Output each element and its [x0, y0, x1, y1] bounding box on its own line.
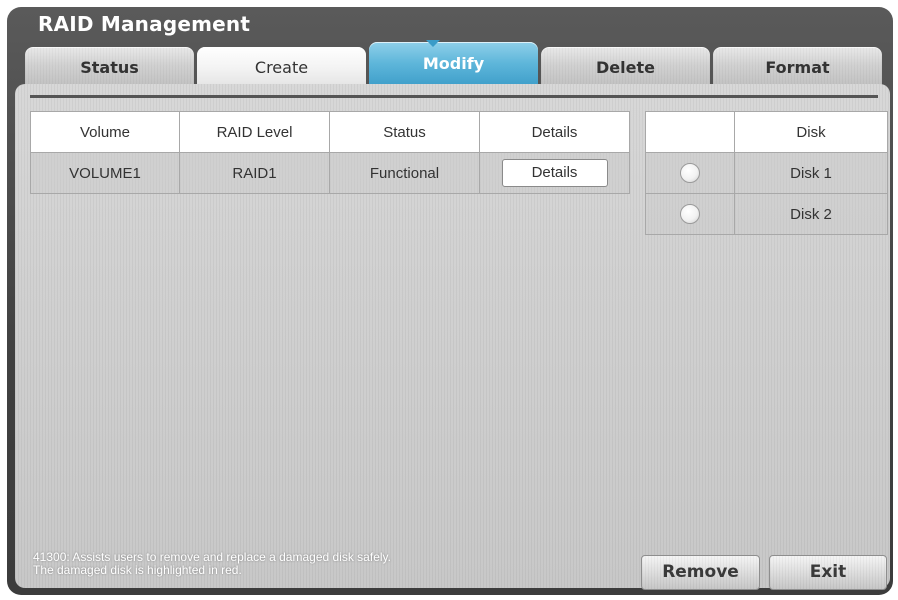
details-button[interactable]: Details: [501, 159, 608, 187]
header-status: Status: [329, 111, 480, 153]
active-tab-pointer: [426, 40, 440, 47]
header-select: [645, 111, 735, 153]
header-raid-level: RAID Level: [179, 111, 330, 153]
cell-details: Details: [479, 152, 630, 194]
volume-table-header: Volume RAID Level Status Details: [30, 111, 630, 153]
cell-raid-level: RAID1: [179, 152, 330, 194]
tab-status[interactable]: Status: [25, 47, 194, 89]
cell-select: [645, 193, 735, 235]
cell-disk: Disk 2: [734, 193, 888, 235]
disk-2-radio[interactable]: [680, 204, 700, 224]
disk-table: Disk Disk 1 Disk 2: [645, 111, 888, 235]
tab-format[interactable]: Format: [713, 47, 882, 89]
table-row[interactable]: Disk 2: [645, 193, 888, 235]
cell-volume: VOLUME1: [30, 152, 180, 194]
header-disk: Disk: [734, 111, 888, 153]
panel-divider: [30, 95, 878, 98]
remove-button[interactable]: Remove: [641, 555, 760, 590]
disk-table-header: Disk: [645, 111, 888, 153]
disk-1-radio[interactable]: [680, 163, 700, 183]
header-details: Details: [479, 111, 630, 153]
cell-select: [645, 152, 735, 194]
exit-button[interactable]: Exit: [769, 555, 887, 590]
tab-create[interactable]: Create: [197, 47, 366, 89]
header-volume: Volume: [30, 111, 180, 153]
help-line-2: The damaged disk is highlighted in red.: [33, 563, 242, 577]
window-title: RAID Management: [38, 12, 251, 36]
tab-delete[interactable]: Delete: [541, 47, 710, 89]
cell-disk: Disk 1: [734, 152, 888, 194]
tab-modify[interactable]: Modify: [369, 42, 538, 89]
cell-status: Functional: [329, 152, 480, 194]
help-text: 41300: Assists users to remove and repla…: [33, 551, 391, 577]
table-row[interactable]: VOLUME1 RAID1 Functional Details: [30, 152, 630, 194]
volume-table: Volume RAID Level Status Details VOLUME1…: [30, 111, 630, 194]
table-row[interactable]: Disk 1: [645, 152, 888, 194]
